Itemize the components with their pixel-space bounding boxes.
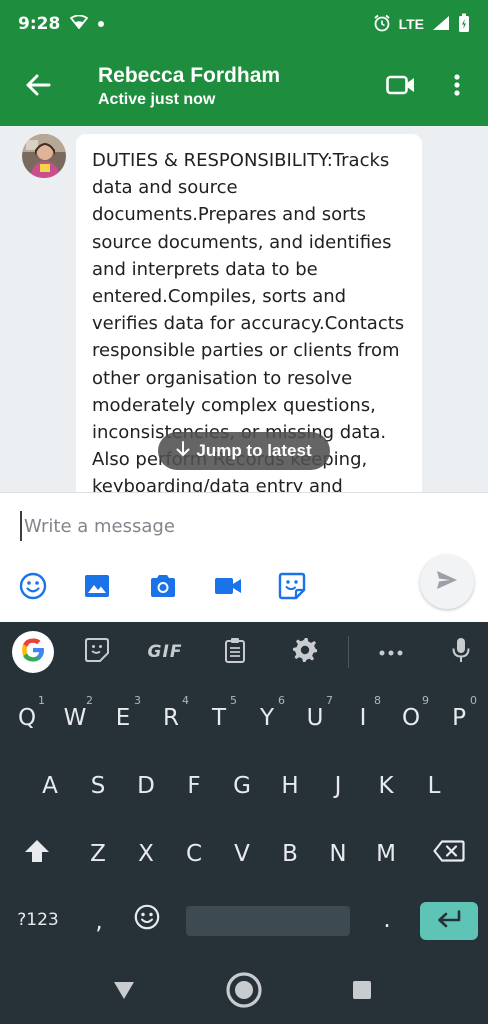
key-g[interactable]: G [219, 758, 265, 814]
conversation-area[interactable]: DUTIES & RESPONSIBILITY:Tracks data and … [0, 126, 488, 492]
key-e[interactable]: E3 [100, 690, 146, 746]
nav-back-button[interactable] [102, 970, 146, 1014]
wifi-icon [69, 14, 89, 34]
key-n[interactable]: N [315, 826, 361, 882]
emoji-icon [134, 904, 160, 936]
signal-icon [432, 15, 450, 34]
keyboard-toolbar: GIF [0, 622, 488, 682]
message-input[interactable] [20, 511, 400, 541]
google-logo-icon [20, 637, 46, 668]
key-y[interactable]: Y6 [244, 690, 290, 746]
key-u[interactable]: U7 [292, 690, 338, 746]
jump-to-latest-button[interactable]: Jump to latest [158, 432, 330, 470]
backspace-key[interactable] [424, 826, 474, 882]
enter-icon [436, 909, 462, 933]
space-bar[interactable] [186, 906, 350, 936]
key-h[interactable]: H [267, 758, 313, 814]
gif-button[interactable]: GIF [140, 632, 190, 672]
image-button[interactable] [80, 571, 114, 605]
app-bar: Rebecca Fordham Active just now [0, 48, 488, 126]
video-button[interactable] [211, 571, 245, 605]
comma-key[interactable]: , [76, 894, 122, 950]
key-d[interactable]: D [123, 758, 169, 814]
battery-icon [458, 13, 470, 36]
sticker-icon [278, 572, 306, 605]
send-icon [435, 569, 459, 596]
alarm-icon [373, 14, 391, 35]
symbols-key[interactable]: ?123 [10, 892, 66, 948]
key-x[interactable]: X [123, 826, 169, 882]
key-i[interactable]: I8 [340, 690, 386, 746]
sticker-button[interactable] [275, 571, 309, 605]
more-options-button[interactable] [374, 632, 408, 672]
toolbar-divider [348, 636, 349, 668]
triangle-back-icon [113, 980, 135, 1005]
emoji-button[interactable] [16, 571, 50, 605]
network-type: LTE [398, 16, 424, 32]
send-button[interactable] [420, 555, 474, 609]
overflow-menu-icon [453, 73, 461, 102]
sticker-icon [85, 637, 109, 667]
video-call-button[interactable] [378, 64, 424, 110]
enter-key[interactable] [420, 902, 478, 940]
status-bar: 9:28 LTE [0, 0, 488, 48]
keyboard-settings-button[interactable] [288, 632, 322, 672]
google-search-button[interactable] [12, 631, 54, 673]
compose-area [0, 492, 488, 622]
sticker-keyboard-button[interactable] [80, 632, 114, 672]
contact-status: Active just now [98, 91, 216, 108]
key-a[interactable]: A [27, 758, 73, 814]
notification-dot-icon [98, 21, 105, 27]
camera-button[interactable] [146, 571, 180, 605]
shift-key[interactable] [14, 826, 60, 882]
voice-input-button[interactable] [446, 632, 476, 672]
key-m[interactable]: M [363, 826, 409, 882]
key-p[interactable]: P0 [436, 690, 482, 746]
keyboard: Q1 W2 E3 R4 T5 Y6 U7 I8 O9 P0 A S D F G … [0, 682, 488, 958]
nav-home-button[interactable] [222, 970, 266, 1014]
back-arrow-icon [25, 74, 51, 101]
key-z[interactable]: Z [75, 826, 121, 882]
clipboard-icon [224, 637, 246, 668]
key-q[interactable]: Q1 [4, 690, 50, 746]
emoji-icon [19, 572, 47, 605]
key-b[interactable]: B [267, 826, 313, 882]
key-s[interactable]: S [75, 758, 121, 814]
camera-icon [149, 574, 177, 603]
square-recents-icon [352, 980, 372, 1005]
nav-recents-button[interactable] [340, 970, 384, 1014]
microphone-icon [452, 637, 470, 668]
more-horizontal-icon [379, 643, 403, 661]
key-v[interactable]: V [219, 826, 265, 882]
key-w[interactable]: W2 [52, 690, 98, 746]
back-button[interactable] [6, 55, 70, 119]
key-o[interactable]: O9 [388, 690, 434, 746]
shift-icon [24, 839, 50, 869]
status-time: 9:28 [18, 14, 61, 34]
overflow-menu-button[interactable] [434, 64, 480, 110]
home-circle-icon [225, 971, 263, 1014]
key-f[interactable]: F [171, 758, 217, 814]
jump-to-latest-label: Jump to latest [196, 441, 312, 460]
key-k[interactable]: K [363, 758, 409, 814]
system-nav-bar [0, 958, 488, 1024]
video-icon [214, 576, 242, 601]
image-icon [84, 574, 110, 603]
avatar[interactable] [22, 134, 66, 178]
clipboard-button[interactable] [218, 632, 252, 672]
arrow-down-icon [176, 440, 190, 462]
conversation-title[interactable]: Rebecca Fordham Active just now [98, 63, 280, 111]
key-c[interactable]: C [171, 826, 217, 882]
key-r[interactable]: R4 [148, 690, 194, 746]
period-key[interactable]: . [364, 892, 410, 948]
key-j[interactable]: J [315, 758, 361, 814]
backspace-icon [433, 840, 465, 868]
key-l[interactable]: L [411, 758, 457, 814]
gear-icon [292, 637, 318, 668]
emoji-key[interactable] [124, 892, 170, 948]
video-call-icon [386, 74, 416, 101]
contact-name: Rebecca Fordham [98, 64, 281, 87]
key-t[interactable]: T5 [196, 690, 242, 746]
